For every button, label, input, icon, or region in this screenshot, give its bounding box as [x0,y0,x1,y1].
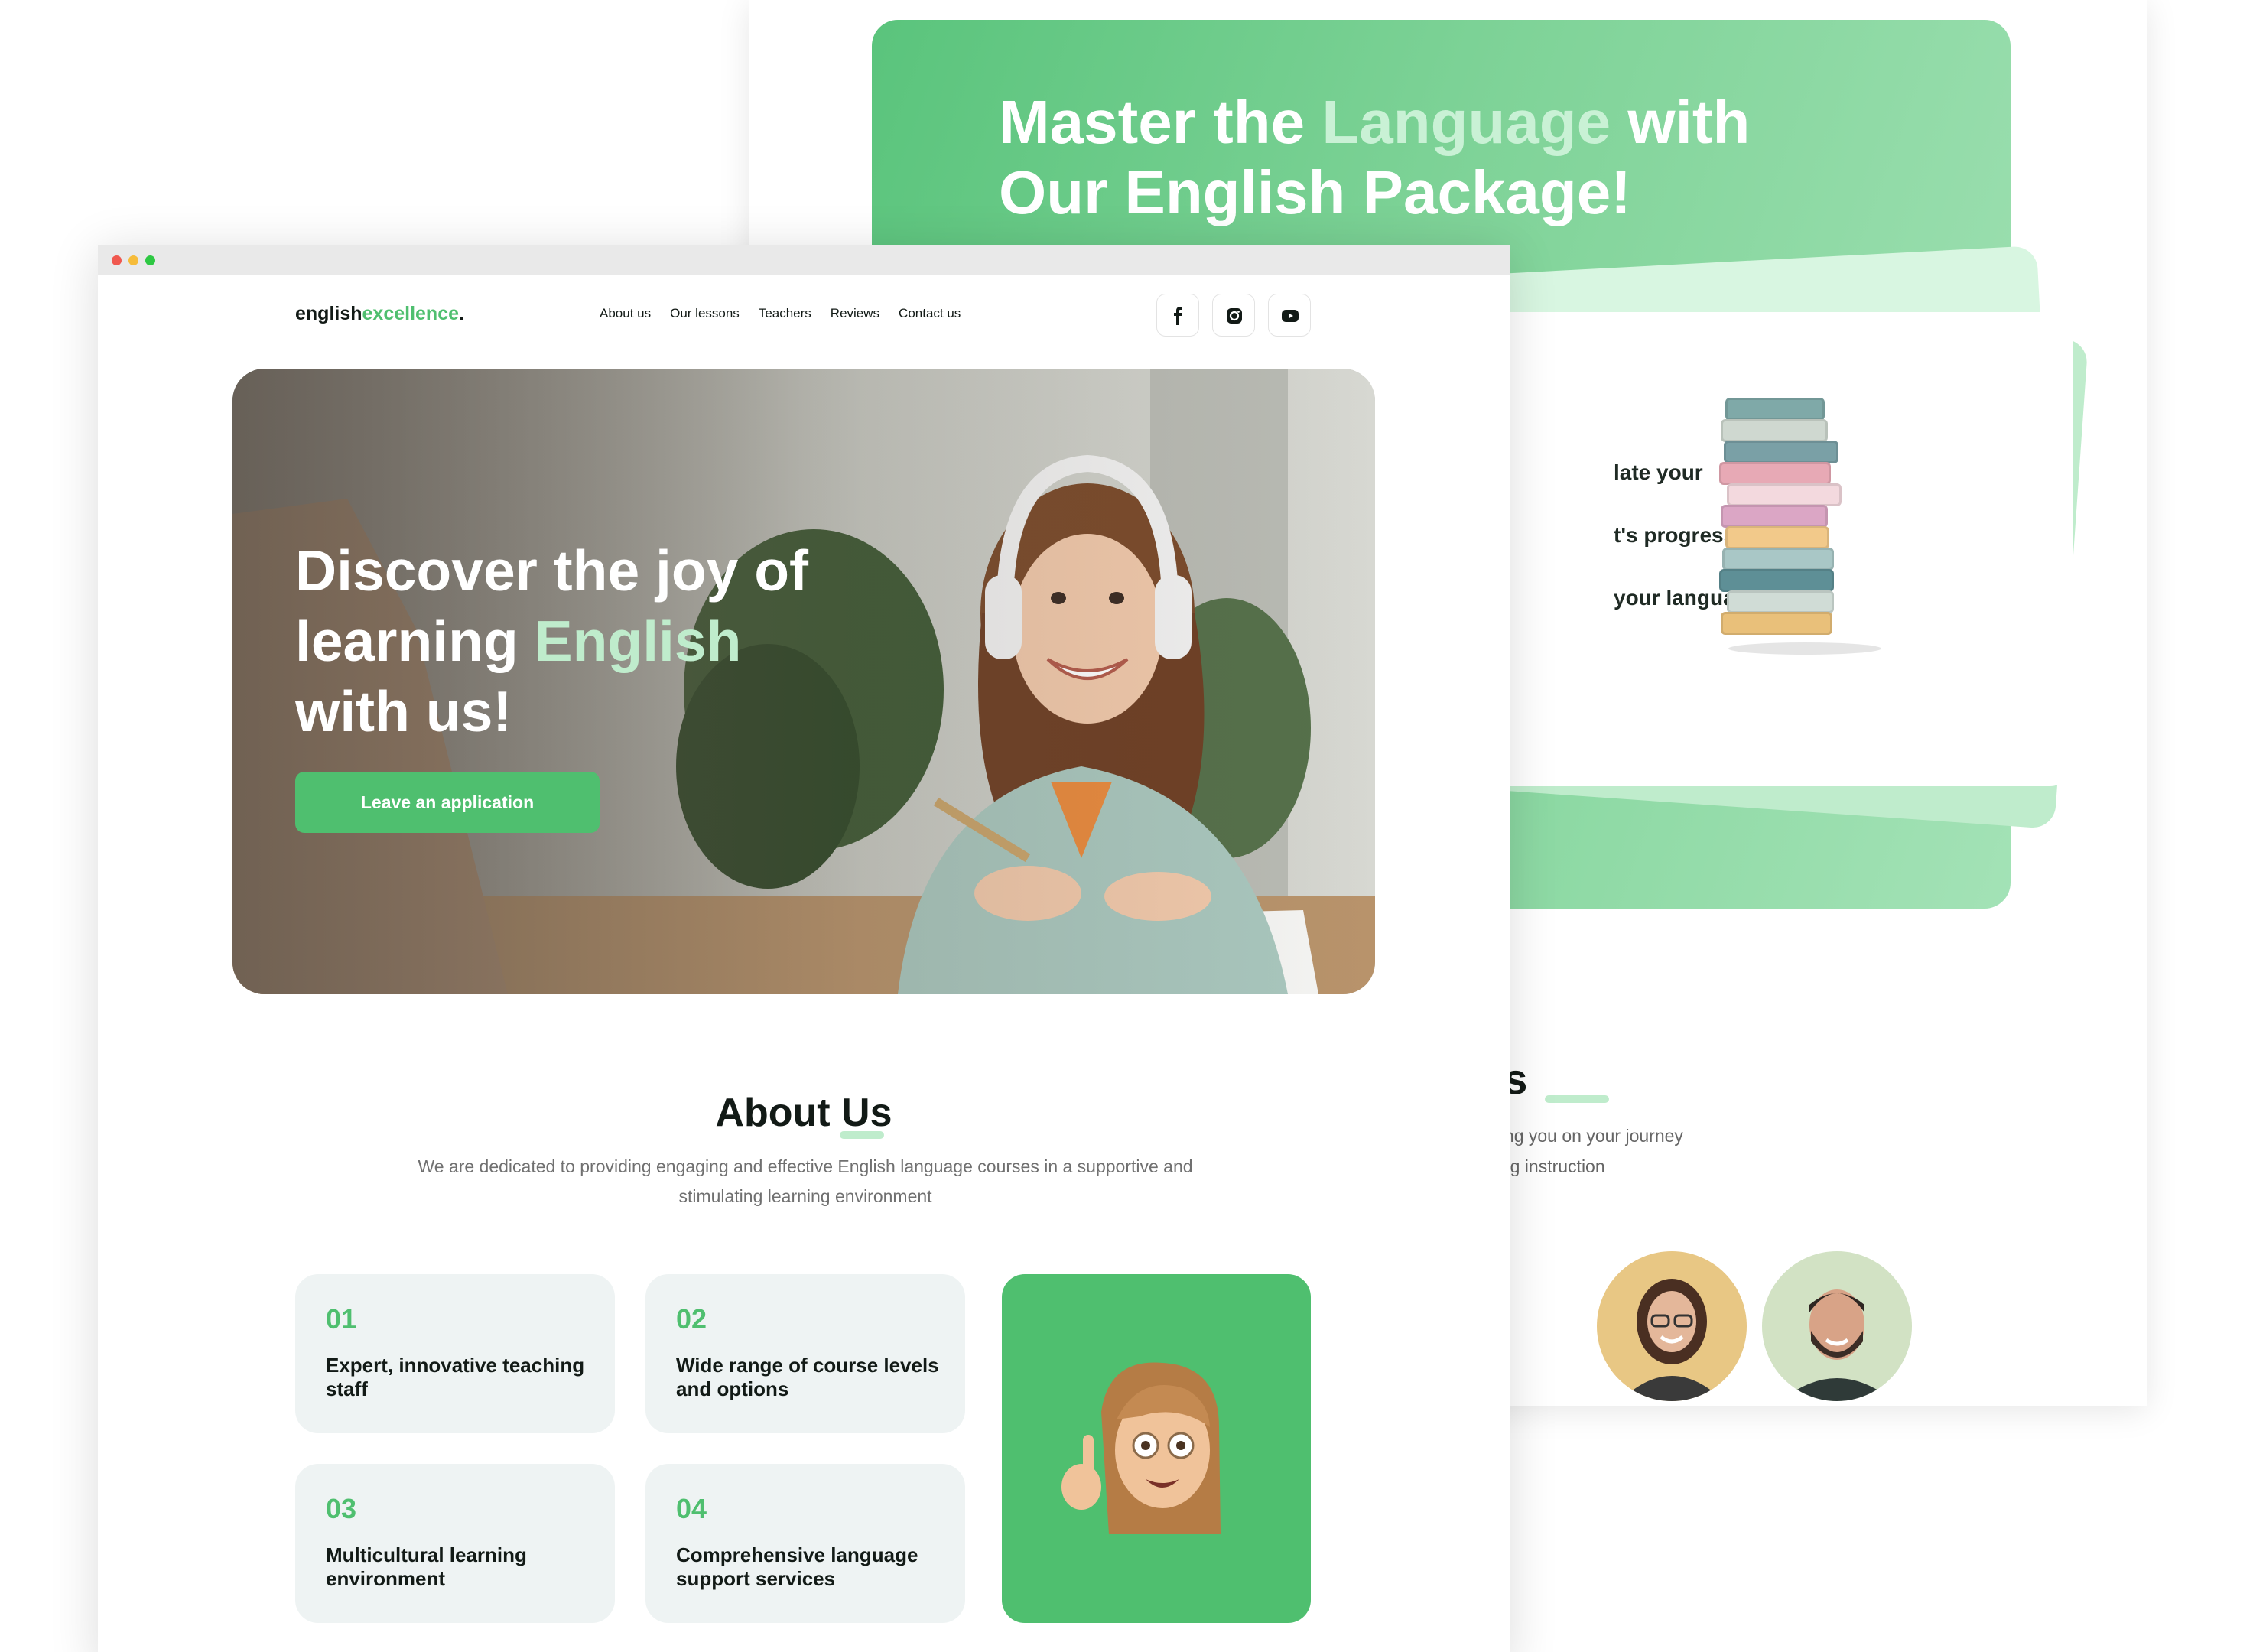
book [1724,441,1838,463]
book [1725,398,1825,421]
nav-link-our-lessons[interactable]: Our lessons [670,306,740,321]
feature-text: Wide range of course levels and options [676,1354,939,1400]
book [1721,505,1828,528]
title-underline [840,1131,884,1139]
package-title: Master the Language with Our English Pac… [999,88,1751,226]
about-us-title: About Us [715,1091,892,1135]
about-us-description: We are dedicated to providing engaging a… [418,1156,1193,1206]
site-logo[interactable]: englishexcellence. [295,303,464,325]
nav-link-teachers[interactable]: Teachers [759,306,811,321]
book-stack-image [1719,398,1842,650]
feature-card: 02 Wide range of course levels and optio… [645,1274,965,1433]
nav-link-contact-us[interactable]: Contact us [899,306,961,321]
page: Master the Language with Our English Pac… [0,0,2253,1652]
memoji-avatar [1061,1362,1221,1534]
book [1722,548,1834,571]
youtube-icon [1282,310,1299,322]
package-item: late your [1614,460,1703,484]
hero-headline: Discover the joy of learning English wit… [295,538,809,743]
feature-text: Expert, innovative teaching staff [326,1354,585,1400]
maximize-dot-icon[interactable] [145,255,155,265]
close-dot-icon[interactable] [112,255,122,265]
browser-titlebar [98,245,1510,275]
nav-link-about-us[interactable]: About us [600,306,651,321]
feature-card: 03 Multicultural learning environment [295,1464,615,1623]
title-underline [1545,1095,1609,1103]
book [1727,590,1834,613]
main-nav: About us Our lessons Teachers Reviews Co… [600,306,961,321]
feature-number: 01 [326,1303,357,1335]
book [1725,526,1829,549]
facebook-button[interactable] [1156,294,1199,337]
feature-number: 03 [326,1493,357,1524]
book [1719,569,1834,592]
memoji-card [1002,1274,1311,1623]
hero-banner: Discover the joy of learning English wit… [232,369,1375,994]
nav-link-reviews[interactable]: Reviews [831,306,879,321]
teacher-avatar[interactable] [1762,1251,1912,1401]
feature-number: 04 [676,1493,707,1524]
package-title-highlight: Language [1322,88,1611,156]
hero-headline-highlight: English [534,609,742,673]
teacher-avatar[interactable] [1597,1251,1747,1401]
instagram-button[interactable] [1212,294,1255,337]
leave-application-button[interactable]: Leave an application [295,772,600,833]
feature-text: Multicultural learning environment [326,1543,527,1590]
feature-number: 02 [676,1303,707,1335]
feature-text: Comprehensive language support services [676,1543,918,1590]
instagram-icon [1227,308,1242,324]
facebook-icon [1174,307,1182,325]
book [1727,483,1842,506]
minimize-dot-icon[interactable] [128,255,138,265]
front-browser-window: englishexcellence. About us Our lessons … [98,245,1510,1652]
book [1719,462,1831,485]
book [1721,612,1832,635]
feature-card: 04 Comprehensive language support servic… [645,1464,965,1623]
book [1721,419,1828,442]
feature-card: 01 Expert, innovative teaching staff [295,1274,615,1433]
youtube-button[interactable] [1268,294,1311,337]
package-item: t's progress [1614,523,1736,547]
